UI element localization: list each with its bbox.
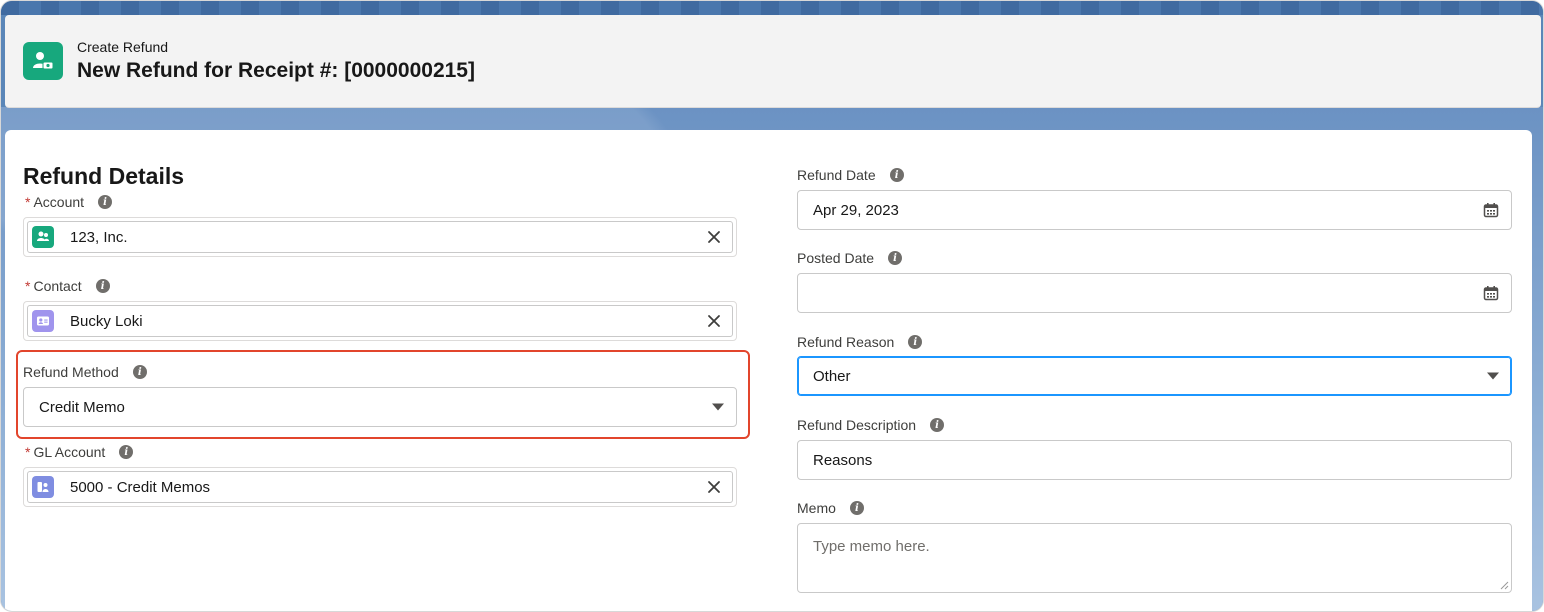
contact-value: Bucky Loki bbox=[70, 312, 143, 330]
posted-date-label-text: Posted Date bbox=[797, 250, 875, 266]
gl-account-icon bbox=[32, 476, 54, 498]
info-icon[interactable]: i bbox=[889, 168, 904, 182]
calendar-icon[interactable] bbox=[1483, 285, 1499, 301]
contact-label: * Contact i bbox=[25, 278, 110, 294]
refund-method-label-text: Refund Method bbox=[23, 364, 119, 380]
refund-description-label-text: Refund Description bbox=[797, 417, 917, 433]
top-banner bbox=[1, 1, 1543, 15]
account-lookup-inner: 123, Inc. bbox=[27, 221, 733, 253]
required-marker: * bbox=[25, 278, 31, 294]
refund-method-select[interactable]: Credit Memo bbox=[23, 387, 737, 427]
refund-date-value: Apr 29, 2023 bbox=[813, 201, 899, 219]
calendar-icon[interactable] bbox=[1483, 202, 1499, 218]
account-value: 123, Inc. bbox=[70, 228, 128, 246]
info-icon[interactable]: i bbox=[908, 335, 923, 349]
gl-account-lookup[interactable]: 5000 - Credit Memos bbox=[23, 467, 737, 507]
contact-lookup-inner: Bucky Loki bbox=[27, 305, 733, 337]
chevron-down-icon bbox=[1487, 372, 1499, 380]
refund-method-value: Credit Memo bbox=[39, 398, 125, 416]
info-icon[interactable]: i bbox=[132, 365, 147, 379]
page-header: Create Refund New Refund for Receipt #: … bbox=[5, 15, 1541, 108]
memo-placeholder: Type memo here. bbox=[813, 538, 930, 555]
header-eyebrow: Create Refund bbox=[77, 39, 169, 55]
refund-date-label: Refund Date i bbox=[797, 167, 904, 183]
refund-description-input[interactable]: Reasons bbox=[797, 440, 1512, 480]
info-icon[interactable]: i bbox=[119, 445, 134, 459]
contact-card-icon bbox=[32, 310, 54, 332]
info-icon[interactable]: i bbox=[95, 279, 110, 293]
memo-label: Memo i bbox=[797, 500, 864, 516]
refund-description-value: Reasons bbox=[813, 451, 873, 469]
memo-textarea[interactable]: Type memo here. bbox=[797, 523, 1512, 593]
posted-date-input[interactable] bbox=[797, 273, 1512, 313]
account-lookup[interactable]: 123, Inc. bbox=[23, 217, 737, 257]
refund-method-label: Refund Method i bbox=[23, 364, 147, 380]
refund-details-card: Refund Details * Account i 123, Inc. * C… bbox=[5, 130, 1532, 611]
clear-icon[interactable] bbox=[706, 313, 722, 329]
account-label-text: Account bbox=[33, 194, 85, 210]
gl-account-lookup-inner: 5000 - Credit Memos bbox=[27, 471, 733, 503]
account-label: * Account i bbox=[25, 194, 113, 210]
required-marker: * bbox=[25, 194, 31, 210]
refund-reason-label: Refund Reason i bbox=[797, 334, 923, 350]
info-icon[interactable]: i bbox=[930, 418, 945, 432]
account-icon bbox=[32, 226, 54, 248]
memo-label-text: Memo bbox=[797, 500, 836, 516]
refund-reason-select[interactable]: Other bbox=[797, 356, 1512, 396]
gl-account-label: * GL Account i bbox=[25, 444, 134, 460]
clear-icon[interactable] bbox=[706, 229, 722, 245]
refund-description-label: Refund Description i bbox=[797, 417, 945, 433]
refund-date-input[interactable]: Apr 29, 2023 bbox=[797, 190, 1512, 230]
page-title: New Refund for Receipt #: [0000000215] bbox=[77, 59, 475, 82]
required-marker: * bbox=[25, 444, 31, 460]
resize-handle-icon[interactable] bbox=[1499, 580, 1509, 590]
refund-user-icon bbox=[23, 42, 63, 80]
contact-label-text: Contact bbox=[33, 278, 82, 294]
refund-reason-value: Other bbox=[813, 367, 851, 385]
clear-icon[interactable] bbox=[706, 479, 722, 495]
info-icon[interactable]: i bbox=[888, 251, 903, 265]
info-icon[interactable]: i bbox=[98, 195, 113, 209]
chevron-down-icon bbox=[712, 403, 724, 411]
app-frame: Create Refund New Refund for Receipt #: … bbox=[0, 0, 1544, 612]
refund-date-label-text: Refund Date bbox=[797, 167, 876, 183]
gl-account-label-text: GL Account bbox=[33, 444, 106, 460]
section-title: Refund Details bbox=[23, 163, 185, 189]
gl-account-value: 5000 - Credit Memos bbox=[70, 478, 211, 496]
info-icon[interactable]: i bbox=[849, 501, 864, 515]
contact-lookup[interactable]: Bucky Loki bbox=[23, 301, 737, 341]
posted-date-label: Posted Date i bbox=[797, 250, 903, 266]
refund-reason-label-text: Refund Reason bbox=[797, 334, 895, 350]
